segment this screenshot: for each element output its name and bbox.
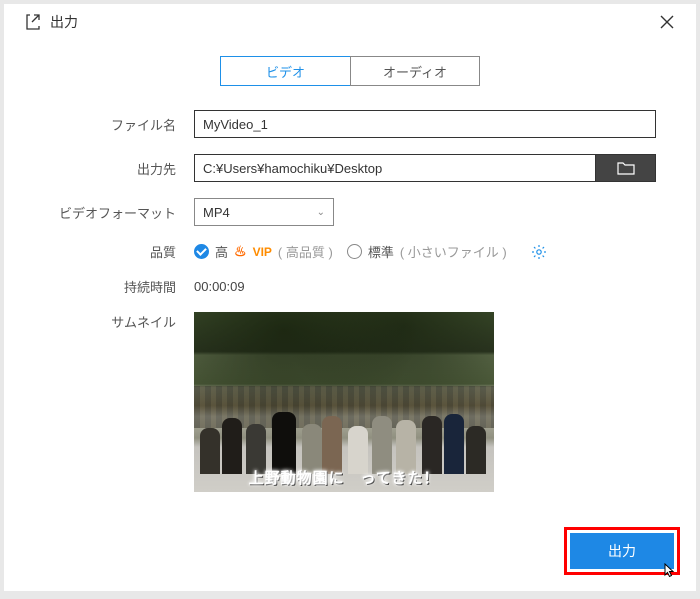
label-thumbnail: サムネイル xyxy=(44,312,194,331)
video-format-select[interactable]: MP4 ⌄ xyxy=(194,198,334,226)
video-format-value: MP4 xyxy=(203,205,230,220)
export-button-highlight: 出力 xyxy=(564,527,680,575)
quality-standard-radio[interactable]: 標準 ( 小さいファイル ) xyxy=(347,242,507,261)
tab-bar: ビデオ オーディオ xyxy=(4,56,696,86)
flame-icon: ♨ xyxy=(234,243,247,260)
label-video-format: ビデオフォーマット xyxy=(44,203,194,222)
quality-standard-note: ( 小さいファイル ) xyxy=(400,242,507,261)
label-output-to: 出力先 xyxy=(44,159,194,178)
quality-high-radio[interactable]: 高 ♨ VIP ( 高品質 ) xyxy=(194,242,333,261)
vip-badge: VIP xyxy=(253,245,272,259)
duration-value: 00:00:09 xyxy=(194,279,245,294)
quality-standard-label: 標準 xyxy=(368,242,394,261)
filename-input[interactable] xyxy=(194,110,656,138)
chevron-down-icon: ⌄ xyxy=(317,207,325,218)
quality-high-note: ( 高品質 ) xyxy=(278,242,333,261)
label-quality: 品質 xyxy=(44,242,194,261)
export-button-label: 出力 xyxy=(608,541,636,561)
export-button[interactable]: 出力 xyxy=(570,533,674,569)
tab-audio[interactable]: オーディオ xyxy=(350,56,480,86)
radio-unchecked-icon xyxy=(347,244,362,259)
export-icon xyxy=(24,13,42,31)
browse-folder-button[interactable] xyxy=(596,154,656,182)
close-button[interactable] xyxy=(654,13,680,31)
cursor-icon xyxy=(662,563,676,579)
quality-settings-button[interactable] xyxy=(531,244,547,260)
output-path-input[interactable] xyxy=(194,154,596,182)
label-filename: ファイル名 xyxy=(44,115,194,134)
thumbnail-preview: 上野動物園に ってきた！ xyxy=(194,312,494,492)
dialog-title: 出力 xyxy=(50,12,654,32)
radio-checked-icon xyxy=(194,244,209,259)
tab-video[interactable]: ビデオ xyxy=(220,56,350,86)
dialog-header: 出力 xyxy=(4,4,696,36)
export-dialog: 出力 ビデオ オーディオ ファイル名 出力先 xyxy=(4,4,696,591)
quality-high-label: 高 xyxy=(215,242,228,261)
label-duration: 持続時間 xyxy=(44,277,194,296)
folder-icon xyxy=(617,161,635,175)
thumbnail-caption: 上野動物園に ってきた！ xyxy=(194,467,494,488)
